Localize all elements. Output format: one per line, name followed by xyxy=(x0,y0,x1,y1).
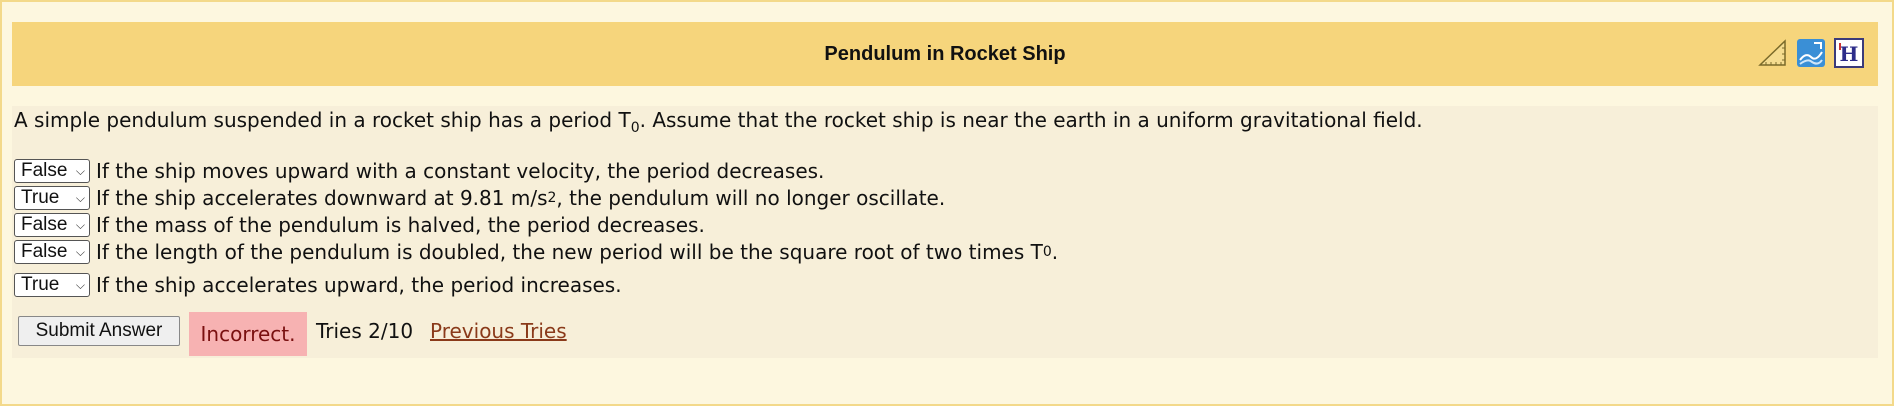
statement-text: If the ship accelerates upward, the peri… xyxy=(96,273,622,297)
statement-text: If the ship accelerates downward at 9.81… xyxy=(96,186,548,210)
statement-row: False ⌵ If the length of the pendulum is… xyxy=(14,239,1058,265)
problem-intro: A simple pendulum suspended in a rocket … xyxy=(14,108,1423,136)
intro-text-end: . Assume that the rocket ship is near th… xyxy=(639,108,1423,132)
answer-select[interactable]: False ⌵ xyxy=(14,159,90,183)
answer-select-value: False xyxy=(21,214,68,235)
answer-select[interactable]: True ⌵ xyxy=(14,186,90,210)
chevron-down-icon: ⌵ xyxy=(75,277,85,292)
intro-subscript: 0 xyxy=(630,120,640,136)
statement-text-end: . xyxy=(1051,240,1059,264)
answer-select-value: True xyxy=(21,274,60,295)
statement-subscript: 0 xyxy=(1042,244,1052,260)
previous-tries-link[interactable]: Previous Tries xyxy=(430,319,567,343)
chevron-down-icon: ⌵ xyxy=(75,190,85,205)
chevron-down-icon: ⌵ xyxy=(75,217,85,232)
answer-select[interactable]: True ⌵ xyxy=(14,273,90,297)
statement-row: True ⌵ If the ship accelerates downward … xyxy=(14,185,945,211)
statement-text-end: , the pendulum will no longer oscillate. xyxy=(556,186,946,210)
answer-select[interactable]: False ⌵ xyxy=(14,213,90,237)
problem-header: Pendulum in Rocket Ship H xyxy=(12,22,1878,86)
problem-title: Pendulum in Rocket Ship xyxy=(824,43,1066,65)
intro-text: A simple pendulum suspended in a rocket … xyxy=(14,108,631,132)
header-icons: H xyxy=(1758,38,1864,70)
pencil-ruler-icon[interactable] xyxy=(1758,38,1788,68)
statement-row: True ⌵ If the ship accelerates upward, t… xyxy=(14,272,622,298)
statement-superscript: 2 xyxy=(547,190,557,206)
tries-count: Tries 2/10 xyxy=(316,319,414,343)
statement-row: False ⌵ If the ship moves upward with a … xyxy=(14,158,824,184)
statement-text: If the ship moves upward with a constant… xyxy=(96,159,825,183)
statement-text: If the length of the pendulum is doubled… xyxy=(96,240,1043,264)
chevron-down-icon: ⌵ xyxy=(75,244,85,259)
problem-body: A simple pendulum suspended in a rocket … xyxy=(12,106,1878,358)
chevron-down-icon: ⌵ xyxy=(75,163,85,178)
status-badge: Incorrect. xyxy=(189,312,307,356)
svg-text:H: H xyxy=(1840,42,1859,66)
statement-text: If the mass of the pendulum is halved, t… xyxy=(96,213,705,237)
statement-row: False ⌵ If the mass of the pendulum is h… xyxy=(14,212,705,238)
answer-select-value: False xyxy=(21,241,68,262)
answer-select-value: True xyxy=(21,187,60,208)
submit-answer-button[interactable]: Submit Answer xyxy=(18,316,180,346)
problem-frame: Pendulum in Rocket Ship H A simple pendu… xyxy=(0,0,1894,406)
hint-icon[interactable]: H xyxy=(1834,38,1864,68)
answer-select-value: False xyxy=(21,160,68,181)
feedback-icon[interactable] xyxy=(1796,38,1826,68)
answer-select[interactable]: False ⌵ xyxy=(14,240,90,264)
